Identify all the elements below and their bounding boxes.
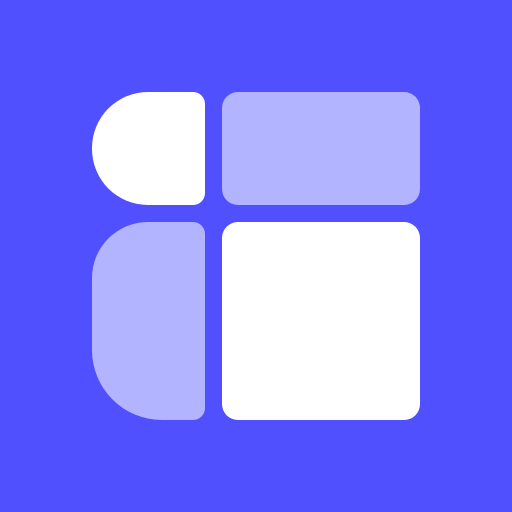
icon-tile-top-right [222, 92, 420, 205]
app-icon [0, 0, 512, 512]
icon-tile-top-left [92, 92, 205, 205]
icon-tile-bottom-left [92, 222, 205, 420]
icon-tile-bottom-right [222, 222, 420, 420]
